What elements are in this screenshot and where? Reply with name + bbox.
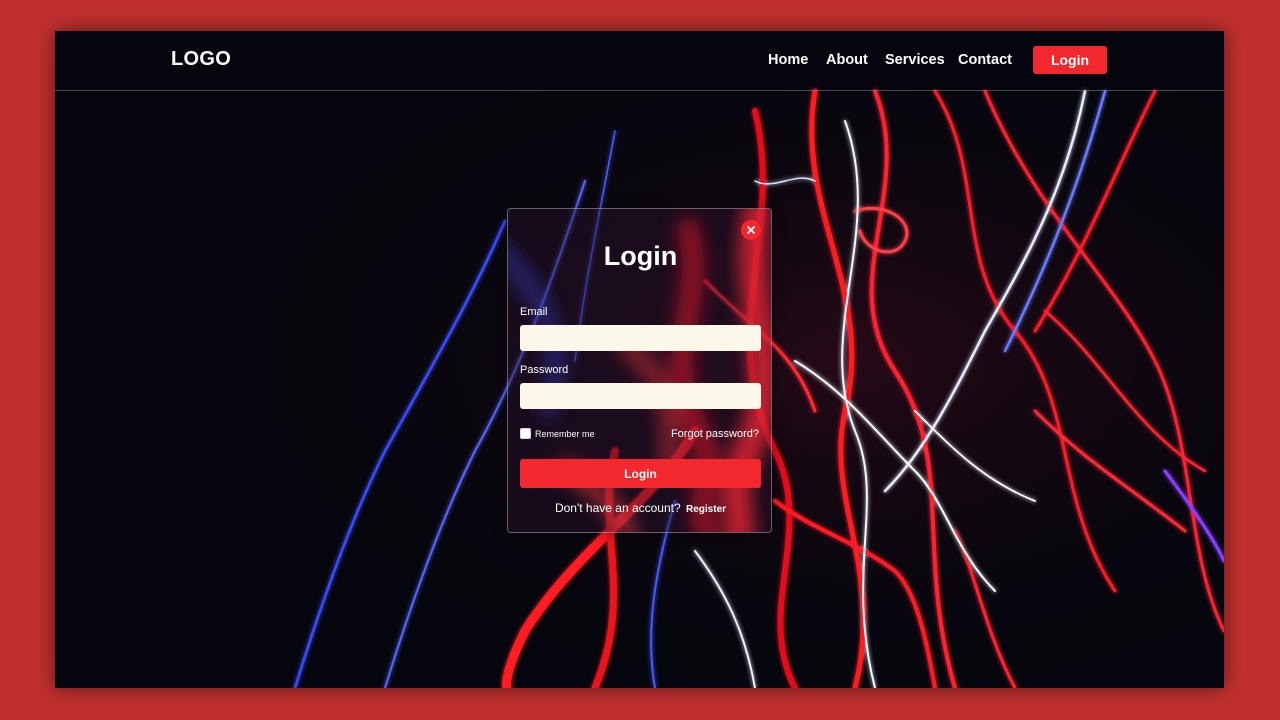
nav-link-about[interactable]: About [826,52,868,68]
signup-row: Don't have an account? Register [508,501,771,515]
site-logo[interactable]: LOGO [171,48,231,71]
nav-login-button[interactable]: Login [1033,46,1107,74]
close-modal-button[interactable] [741,220,761,240]
register-link[interactable]: Register [686,504,726,515]
nav-link-services[interactable]: Services [885,52,945,68]
email-field[interactable] [520,325,761,351]
close-icon [747,226,755,234]
modal-title: Login [603,241,678,271]
remember-me-checkbox[interactable] [520,428,531,439]
top-navbar: LOGO Home About Services Contact Login [55,31,1224,91]
login-submit-button[interactable]: Login [520,459,761,488]
signup-prompt: Don't have an account? [554,501,681,515]
nav-link-home[interactable]: Home [768,52,808,68]
login-modal: Login Email Password Remember me Forgot … [507,208,772,533]
password-field[interactable] [520,383,761,409]
email-label: Email [520,306,548,318]
app-window: LOGO Home About Services Contact Login L… [55,31,1224,688]
remember-me-label[interactable]: Remember me [535,429,595,439]
forgot-password-link[interactable]: Forgot password? [671,428,759,440]
password-label: Password [520,364,569,376]
nav-link-contact[interactable]: Contact [958,52,1012,68]
